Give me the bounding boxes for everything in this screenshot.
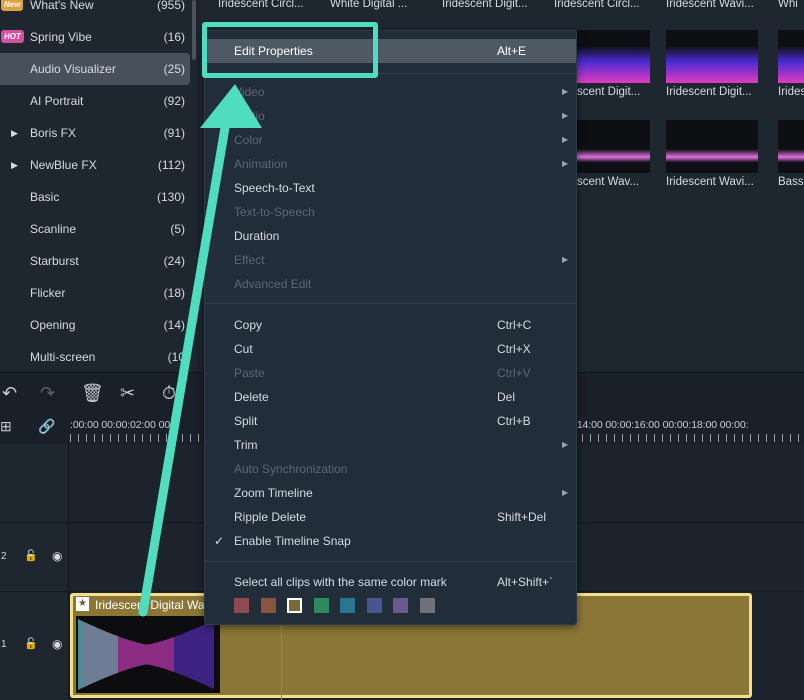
annotation-arrow bbox=[138, 84, 262, 617]
